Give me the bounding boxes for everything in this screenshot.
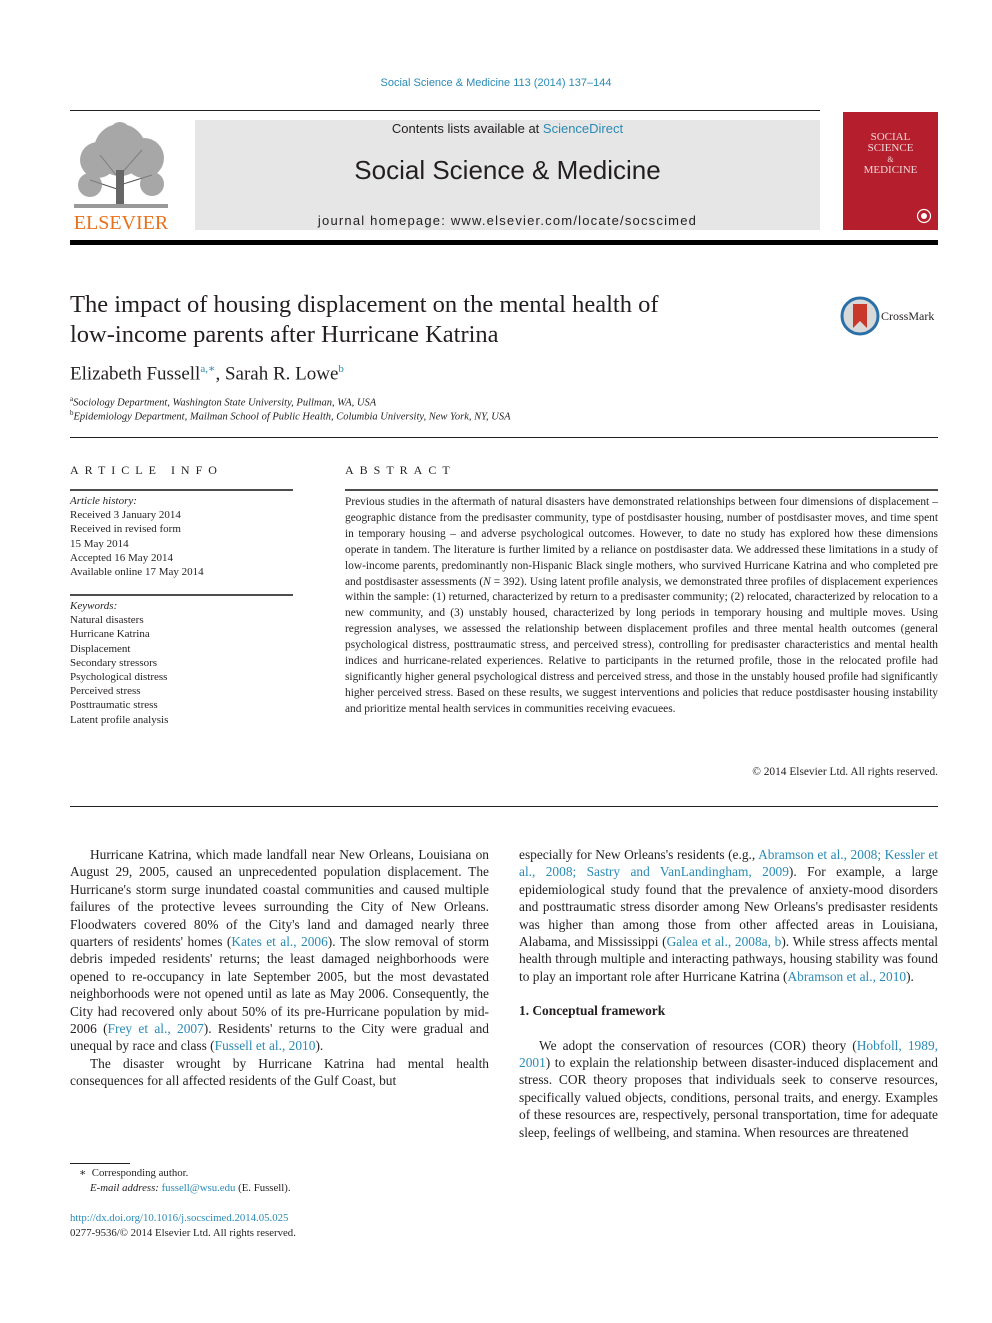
cover-title-line: SCIENCE — [867, 142, 914, 154]
article-title: The impact of housing displacement on th… — [70, 290, 790, 350]
affiliation-text: Sociology Department, Washington State U… — [73, 397, 377, 409]
abstract-bottom-divider — [70, 806, 938, 807]
cover-seal-icon — [916, 208, 932, 224]
paragraph: especially for New Orleans's residents (… — [519, 846, 938, 985]
author-name[interactable]: Elizabeth Fussell — [70, 363, 200, 384]
issn-copyright: 0277-9536/© 2014 Elsevier Ltd. All right… — [70, 1227, 296, 1239]
paragraph: Hurricane Katrina, which made landfall n… — [70, 846, 489, 1055]
doi-block: http://dx.doi.org/10.1016/j.socscimed.20… — [70, 1211, 296, 1241]
elsevier-logo: ELSEVIER — [70, 120, 172, 234]
crossmark-button[interactable]: CrossMark — [840, 296, 950, 336]
keywords-label: Keywords: — [70, 600, 118, 612]
affiliation: aSociology Department, Washington State … — [70, 395, 376, 409]
abstract-copyright: © 2014 Elsevier Ltd. All rights reserved… — [752, 766, 938, 778]
paragraph: The disaster wrought by Hurricane Katrin… — [70, 1055, 489, 1089]
citation-link[interactable]: Frey et al., 2007 — [108, 1021, 204, 1036]
text-run: ). — [315, 1038, 324, 1054]
author-affiliation-marker[interactable]: b — [338, 363, 344, 375]
author-list: Elizabeth Fussella,∗, Sarah R. Loweb — [70, 363, 344, 385]
abstract-segment: = 392). Using latent profile analysis, w… — [345, 575, 938, 715]
crossmark-icon — [840, 296, 880, 336]
journal-citation[interactable]: Social Science & Medicine 113 (2014) 137… — [0, 77, 992, 89]
corresponding-author-note: Corresponding author. — [91, 1167, 189, 1179]
paragraph: We adopt the conservation of resources (… — [519, 1037, 938, 1141]
article-info-rule — [70, 489, 293, 491]
footnote-rule — [70, 1163, 130, 1164]
journal-cover-image: SOCIAL SCIENCE & MEDICINE — [843, 112, 938, 230]
email-link[interactable]: fussell@wsu.edu — [162, 1182, 236, 1194]
section-divider — [70, 437, 938, 438]
section-heading: 1. Conceptual framework — [519, 1003, 666, 1019]
keywords-list: Keywords: Natural disasters Hurricane Ka… — [70, 599, 293, 727]
header-divider — [70, 110, 820, 111]
citation-link[interactable]: Galea et al., 2008a, b — [667, 934, 782, 949]
keyword: Hurricane Katrina — [70, 628, 150, 641]
text-run: We adopt the conservation of resources (… — [539, 1037, 857, 1053]
author-name[interactable]: Sarah R. Lowe — [225, 363, 338, 384]
svg-text:ELSEVIER: ELSEVIER — [74, 212, 169, 232]
body-column-right: especially for New Orleans's residents (… — [519, 846, 938, 1141]
history-item: Received 3 January 2014 — [70, 509, 181, 522]
contents-line: Contents lists available at ScienceDirec… — [195, 121, 820, 136]
text-run: ). — [906, 968, 914, 984]
doi-link[interactable]: http://dx.doi.org/10.1016/j.socscimed.20… — [70, 1212, 288, 1224]
history-item: Accepted 16 May 2014 — [70, 551, 173, 564]
title-line: The impact of housing displacement on th… — [70, 291, 659, 318]
affiliation-text: Epidemiology Department, Mailman School … — [73, 411, 511, 423]
history-label: Article history: — [70, 495, 137, 507]
sciencedirect-link[interactable]: ScienceDirect — [543, 121, 623, 136]
email-suffix: (E. Fussell). — [235, 1182, 291, 1194]
journal-homepage[interactable]: journal homepage: www.elsevier.com/locat… — [195, 213, 820, 228]
keyword: Natural disasters — [70, 614, 144, 627]
citation-link[interactable]: Abramson et al., 2010 — [787, 969, 906, 984]
footnote: ∗ Corresponding author. E-mail address: … — [70, 1166, 291, 1196]
journal-name: Social Science & Medicine — [354, 155, 661, 185]
abstract-heading: ABSTRACT — [345, 463, 456, 477]
footnote-marker: ∗ — [79, 1167, 87, 1179]
elsevier-tree-icon: ELSEVIER — [70, 120, 172, 234]
history-item: Available online 17 May 2014 — [70, 566, 204, 579]
text-run: ) to explain the relationship between di… — [519, 1055, 938, 1140]
citation-link[interactable]: Kates et al., 2006 — [231, 934, 327, 949]
contents-prefix: Contents lists available at — [391, 121, 543, 136]
crossmark-label: CrossMark — [881, 309, 935, 323]
abstract-text: Previous studies in the aftermath of nat… — [345, 495, 938, 718]
keyword: Secondary stressors — [70, 656, 158, 669]
article-info-heading: ARTICLE INFO — [70, 463, 223, 477]
abstract-rule — [345, 489, 938, 491]
email-label: E-mail address: — [90, 1182, 162, 1194]
article-history: Article history: Received 3 January 2014… — [70, 494, 293, 579]
author-affiliation-marker[interactable]: a,∗ — [200, 363, 215, 375]
keyword: Psychological distress — [70, 671, 168, 684]
cover-title-line: MEDICINE — [863, 164, 918, 176]
keyword: Perceived stress — [70, 685, 141, 698]
citation-link[interactable]: Fussell et al., 2010 — [215, 1038, 316, 1053]
history-item: Received in revised form — [70, 523, 181, 536]
abstract-symbol: N — [483, 575, 491, 588]
abstract-segment: Previous studies in the aftermath of nat… — [345, 496, 938, 588]
keyword: Latent profile analysis — [70, 713, 169, 726]
keywords-rule — [70, 594, 293, 596]
title-line: low-income parents after Hurricane Katri… — [70, 321, 499, 348]
affiliation: bEpidemiology Department, Mailman School… — [70, 409, 511, 423]
body-column-left: Hurricane Katrina, which made landfall n… — [70, 846, 489, 1090]
text-run: especially for New Orleans's residents (… — [519, 847, 759, 862]
header-thick-divider — [70, 240, 938, 245]
keyword: Posttraumatic stress — [70, 699, 158, 712]
history-item: 15 May 2014 — [70, 537, 129, 550]
keyword: Displacement — [70, 642, 131, 655]
